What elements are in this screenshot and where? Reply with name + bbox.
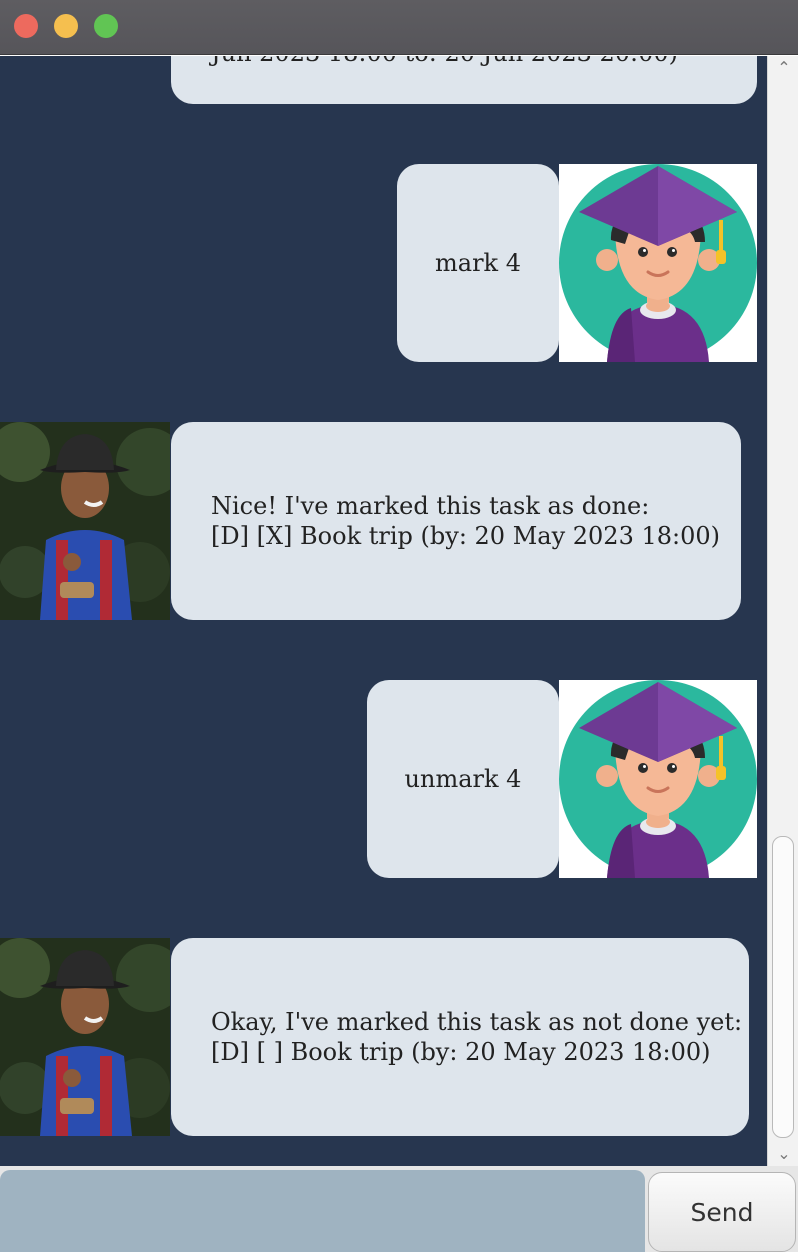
user-message-text: unmark 4 (404, 765, 522, 793)
chevron-up-icon[interactable]: ⌃ (774, 60, 794, 76)
bot-message-line: [D] [X] Book trip (by: 20 May 2023 18:00… (211, 522, 721, 550)
bot-avatar (0, 422, 170, 620)
input-bar: Send (0, 1166, 798, 1252)
bot-message-bubble: Nice! I've marked this task as done: [D]… (171, 422, 741, 620)
user-avatar (559, 680, 757, 878)
chevron-down-icon[interactable]: ⌄ (774, 1146, 794, 1162)
close-window-button[interactable] (14, 14, 38, 38)
maximize-window-button[interactable] (94, 14, 118, 38)
send-button[interactable]: Send (648, 1172, 796, 1252)
graduate-student-avatar-icon (559, 680, 757, 878)
bot-message-line: Okay, I've marked this task as not done … (211, 1008, 743, 1036)
minimize-window-button[interactable] (54, 14, 78, 38)
message-input[interactable] (0, 1170, 645, 1252)
bot-message-text: Jun 2023 18:00 to: 20 Jun 2023 20:00) (211, 56, 678, 68)
bot-message-bubble: Okay, I've marked this task as not done … (171, 938, 749, 1136)
person-photo-avatar-icon (0, 422, 170, 620)
bot-message-line: Nice! I've marked this task as done: (211, 492, 650, 520)
bot-avatar (0, 938, 170, 1136)
chat-scrollbar[interactable]: ⌃ ⌄ (767, 56, 798, 1166)
graduate-student-avatar-icon (559, 164, 757, 362)
user-message-bubble: mark 4 (397, 164, 559, 362)
user-message-text: mark 4 (435, 249, 521, 277)
person-photo-avatar-icon (0, 938, 170, 1136)
scrollbar-thumb[interactable] (772, 836, 794, 1138)
bot-message-bubble: Jun 2023 18:00 to: 20 Jun 2023 20:00) (171, 56, 757, 104)
bot-message-line: [D] [ ] Book trip (by: 20 May 2023 18:00… (211, 1038, 711, 1066)
chat-dialog-container[interactable]: Jun 2023 18:00 to: 20 Jun 2023 20:00) ma… (0, 56, 767, 1166)
user-message-bubble: unmark 4 (367, 680, 559, 878)
window-title-bar (0, 0, 798, 55)
user-avatar (559, 164, 757, 362)
